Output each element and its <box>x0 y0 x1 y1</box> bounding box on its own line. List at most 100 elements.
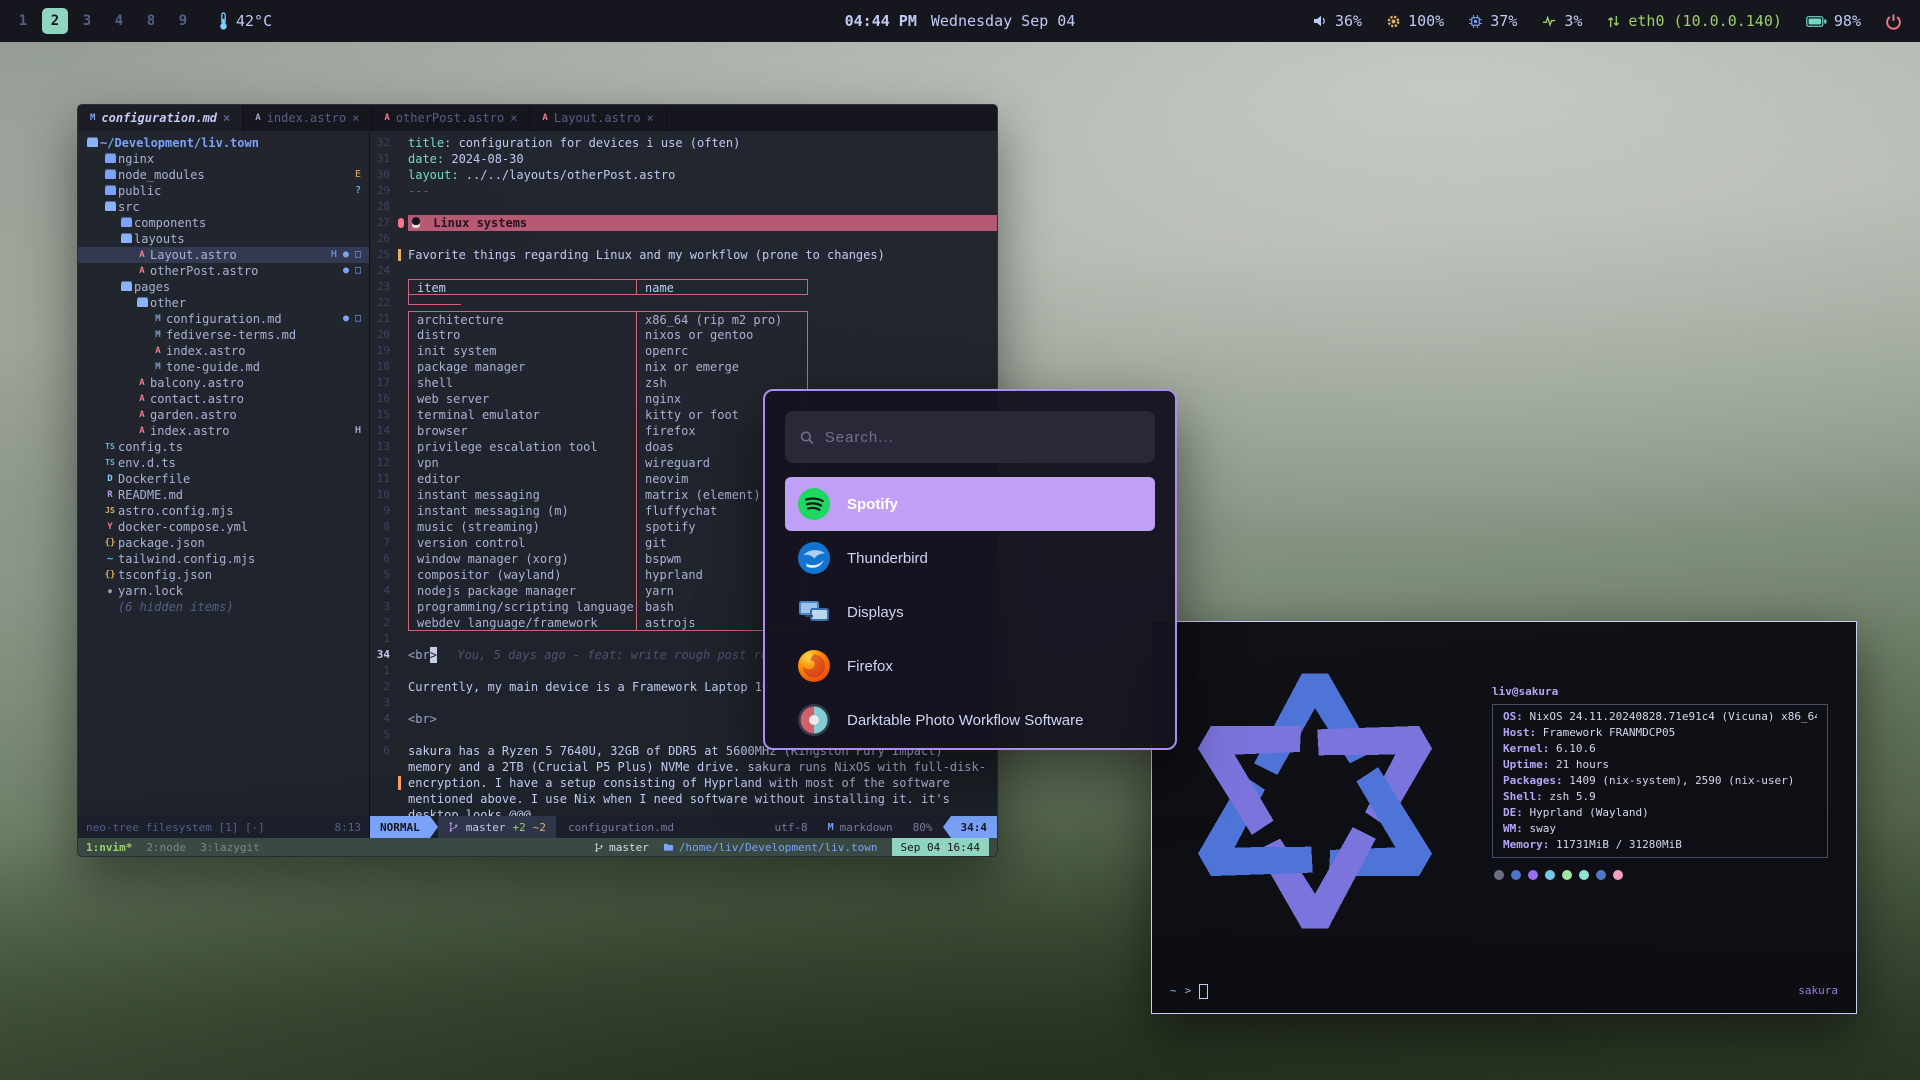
git-sign <box>398 327 408 343</box>
file-tree-item[interactable]: env.d.ts <box>78 455 369 471</box>
git-blame-text: You, 5 days ago - feat: write rough post… <box>437 647 768 663</box>
line-number: 5 <box>370 727 398 743</box>
diff-modified: ~2 <box>533 821 546 834</box>
buffer-tab[interactable]: configuration.md × <box>78 105 243 131</box>
workspace-button[interactable]: 1 <box>10 8 36 34</box>
file-tree-item[interactable]: Layout.astro H ● □ <box>78 247 369 263</box>
file-tree-item[interactable]: Dockerfile <box>78 471 369 487</box>
editor-line: 31 date: 2024-08-30 <box>370 151 997 167</box>
file-tree-item[interactable]: src <box>78 199 369 215</box>
network-icon <box>1606 14 1621 29</box>
file-tree-item[interactable]: public ? <box>78 183 369 199</box>
file-tree-item[interactable]: index.astro <box>78 343 369 359</box>
folder-icon <box>663 842 674 852</box>
launcher-item-spotify[interactable]: Spotify <box>785 477 1155 531</box>
launcher-item-thunderbird[interactable]: Thunderbird <box>785 531 1155 585</box>
neotree-statusline: neo-tree filesystem [1] [-] 8:13 <box>78 816 370 838</box>
battery-module[interactable]: 98% <box>1806 12 1861 30</box>
file-icon <box>102 519 118 535</box>
tmux-window-1[interactable]: 1:nvim* <box>86 841 132 854</box>
git-sign <box>398 359 408 375</box>
buffer-tab[interactable]: index.astro × <box>243 105 372 131</box>
memory-module[interactable]: 37% <box>1468 12 1517 30</box>
file-tree-item[interactable]: tailwind.config.mjs <box>78 551 369 567</box>
tab-close-icon[interactable]: × <box>223 111 230 125</box>
shell-prompt[interactable]: ~ > <box>1170 983 1208 999</box>
search-input[interactable] <box>825 429 1141 446</box>
fetch-row: DE: Hyprland (Wayland) <box>1503 805 1817 821</box>
volume-module[interactable]: 36% <box>1312 12 1362 30</box>
file-tree-item[interactable]: fediverse-terms.md <box>78 327 369 343</box>
file-tree-item[interactable]: garden.astro <box>78 407 369 423</box>
file-tree-item[interactable]: other <box>78 295 369 311</box>
file-tree-item[interactable]: layouts <box>78 231 369 247</box>
editor-line: 26 <box>370 231 997 247</box>
table-cell-item: vpn <box>408 455 636 471</box>
cursor-position: 34:4 <box>951 816 998 838</box>
table-cell-item: privilege escalation tool <box>408 439 636 455</box>
diff-added: +2 <box>513 821 526 834</box>
file-tree-item[interactable]: ~/Development/liv.town <box>78 135 369 151</box>
file-tree-item[interactable]: contact.astro <box>78 391 369 407</box>
line-number: 23 <box>370 279 398 295</box>
tmux-window-3[interactable]: 3:lazygit <box>200 841 260 854</box>
launcher-item-firefox[interactable]: Firefox <box>785 639 1155 693</box>
file-tree-item[interactable]: nginx <box>78 151 369 167</box>
buffer-tab[interactable]: Layout.astro × <box>530 105 666 131</box>
memory-icon <box>1468 14 1483 29</box>
file-tree-item[interactable]: yarn.lock <box>78 583 369 599</box>
git-status-badge: H ● □ <box>331 247 369 263</box>
file-tree-item[interactable]: tone-guide.md <box>78 359 369 375</box>
launcher-item-displays[interactable]: Displays <box>785 585 1155 639</box>
volume-value: 36% <box>1335 12 1362 30</box>
workspace-button[interactable]: 8 <box>138 8 164 34</box>
file-tree-item[interactable]: docker-compose.yml <box>78 519 369 535</box>
file-icon <box>102 203 118 211</box>
file-tree-item[interactable]: node_modules E <box>78 167 369 183</box>
file-tree-item[interactable]: astro.config.mjs <box>78 503 369 519</box>
git-sign <box>398 311 408 327</box>
launcher-search[interactable] <box>785 411 1155 463</box>
line-number: 12 <box>370 455 398 471</box>
tmux-window-2[interactable]: 2:node <box>146 841 186 854</box>
clock[interactable]: 04:44 PM Wednesday Sep 04 <box>845 0 1076 42</box>
search-icon <box>799 429 815 446</box>
workspace-button[interactable]: 2 <box>42 8 68 34</box>
file-tree-item[interactable]: pages <box>78 279 369 295</box>
file-tree-item[interactable]: package.json <box>78 535 369 551</box>
tab-close-icon[interactable]: × <box>510 111 517 125</box>
workspace-button[interactable]: 9 <box>170 8 196 34</box>
tab-close-icon[interactable]: × <box>352 111 359 125</box>
brightness-module[interactable]: 100% <box>1386 12 1444 30</box>
workspace-button[interactable]: 4 <box>106 8 132 34</box>
file-tree-item[interactable]: (6 hidden items) <box>78 599 369 615</box>
file-tree-item[interactable]: balcony.astro <box>78 375 369 391</box>
statusline-filename: configuration.md <box>556 816 686 838</box>
file-tree-item[interactable]: configuration.md ● □ <box>78 311 369 327</box>
editor-line: 25 Favorite things regarding Linux and m… <box>370 247 997 263</box>
file-tree-item[interactable]: index.astro H <box>78 423 369 439</box>
table-cell-item: shell <box>408 375 636 391</box>
prompt-path: ~ <box>1170 983 1177 999</box>
filetype-icon <box>542 113 547 123</box>
temperature-module[interactable]: 42°C <box>218 12 272 31</box>
launcher-item-darktable[interactable]: Darktable Photo Workflow Software <box>785 693 1155 747</box>
git-sign <box>398 199 408 215</box>
tab-close-icon[interactable]: × <box>647 111 654 125</box>
network-module[interactable]: eth0 (10.0.0.140) <box>1606 12 1782 30</box>
file-tree-item[interactable]: otherPost.astro ● □ <box>78 263 369 279</box>
git-sign <box>398 151 408 167</box>
git-segment: master +2 ~2 <box>438 816 556 838</box>
terminal-window[interactable]: liv@sakura OS: NixOS 24.11.20240828.71e9… <box>1151 621 1857 1014</box>
file-tree-item[interactable]: components <box>78 215 369 231</box>
fetch-row: Uptime: 21 hours <box>1503 757 1817 773</box>
workspace-button[interactable]: 3 <box>74 8 100 34</box>
file-tree-item[interactable]: tsconfig.json <box>78 567 369 583</box>
git-sign <box>398 583 408 599</box>
table-cell-item: item <box>408 279 636 295</box>
cpu-module[interactable]: 3% <box>1541 12 1582 30</box>
file-tree-item[interactable]: README.md <box>78 487 369 503</box>
buffer-tab[interactable]: otherPost.astro × <box>372 105 530 131</box>
file-tree-item[interactable]: config.ts <box>78 439 369 455</box>
power-button[interactable] <box>1885 13 1902 30</box>
